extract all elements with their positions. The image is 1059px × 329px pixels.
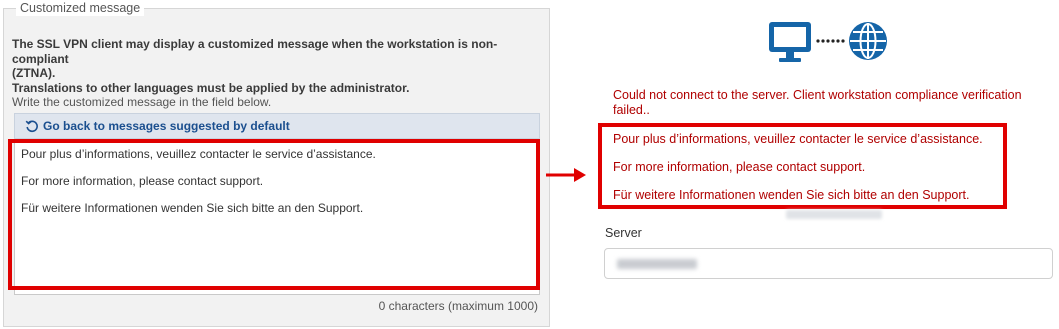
error-line: failed.. [613, 102, 650, 117]
arrow-right-icon [546, 168, 586, 182]
description-line: Translations to other languages must be … [12, 80, 410, 95]
highlight-box-preview: Pour plus d’informations, veuillez conta… [598, 123, 1007, 209]
preview-message-line: Pour plus d’informations, veuillez conta… [613, 132, 983, 146]
fieldset-legend: Customized message [16, 0, 145, 16]
message-line: Pour plus d’informations, veuillez conta… [21, 147, 376, 161]
computer-icon [769, 22, 811, 62]
server-input[interactable] [604, 248, 1053, 279]
description-line: (ZTNA). [12, 66, 56, 80]
connection-icons [767, 20, 891, 71]
blurred-server-value [617, 259, 697, 269]
preview-message-line: Für weitere Informationen wenden Sie sic… [613, 188, 970, 202]
dotted-connector [816, 39, 845, 43]
fieldset-description: The SSL VPN client may display a customi… [12, 37, 542, 95]
reset-default-messages-button[interactable]: Go back to messages suggested by default [14, 113, 540, 139]
connection-error-message: Could not connect to the server. Client … [613, 88, 1053, 117]
preview-message-line: For more information, please contact sup… [613, 160, 866, 174]
reset-icon [25, 120, 38, 133]
server-label: Server [605, 226, 642, 240]
globe-icon [849, 22, 887, 60]
reset-label: Go back to messages suggested by default [43, 119, 290, 133]
custom-message-textarea[interactable]: Pour plus d’informations, veuillez conta… [14, 139, 540, 295]
description-line: The SSL VPN client may display a customi… [12, 37, 498, 66]
customized-message-fieldset: Customized message The SSL VPN client ma… [3, 0, 550, 327]
message-line: Für weitere Informationen wenden Sie sic… [21, 201, 364, 215]
character-counter: 0 characters (maximum 1000) [378, 299, 538, 313]
error-line: Could not connect to the server. Client … [613, 88, 1022, 102]
blurred-text [786, 210, 882, 219]
instruction-text: Write the customized message in the fiel… [12, 95, 272, 109]
message-line: For more information, please contact sup… [21, 174, 264, 188]
